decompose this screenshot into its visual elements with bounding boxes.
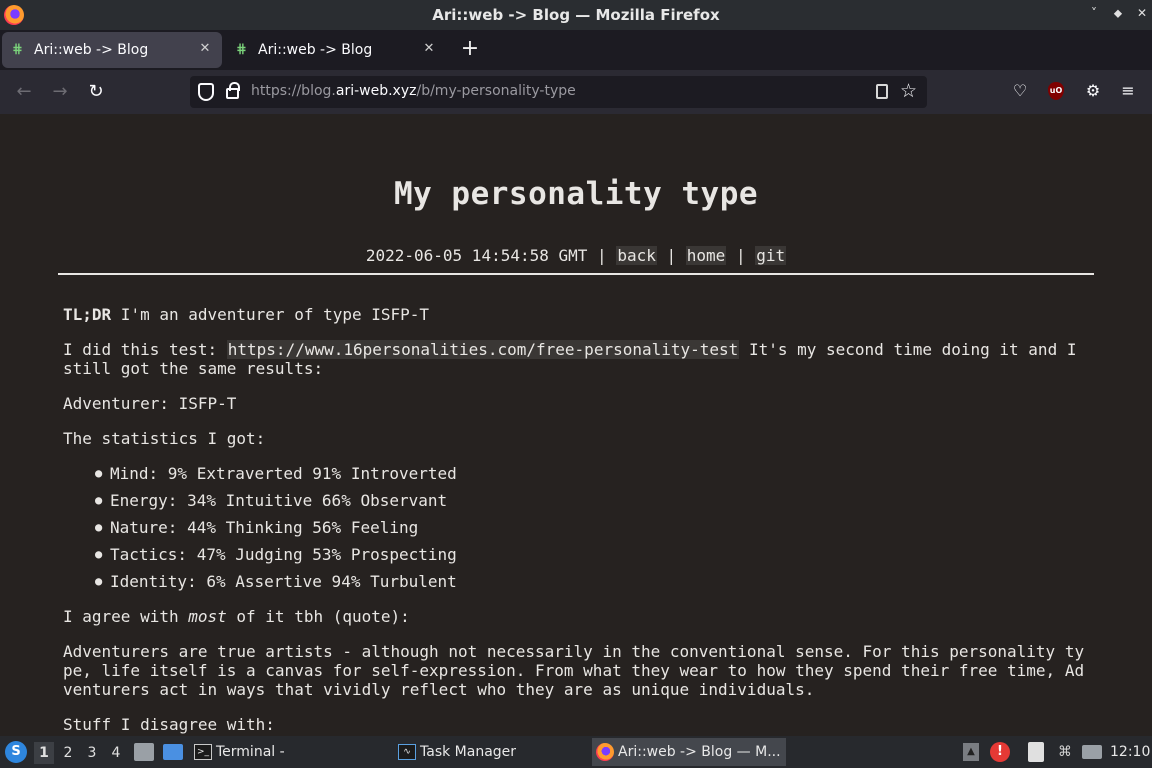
menu-hamburger-icon[interactable]: ≡	[1117, 80, 1139, 102]
emphasis: most	[188, 607, 227, 626]
divider	[58, 273, 1094, 275]
taskbar-label: Task Manager	[420, 744, 517, 760]
reader-view-icon[interactable]	[876, 84, 888, 99]
firefox-logo-icon	[4, 5, 24, 25]
personality-test-link[interactable]: https://www.16personalities.com/free-per…	[226, 340, 740, 359]
workspace-3[interactable]: 3	[82, 742, 102, 764]
meta-separator: |	[735, 246, 746, 265]
tab-inactive[interactable]: ⋕ Ari::web -> Blog ✕	[226, 32, 446, 68]
tab-strip: ⋕ Ari::web -> Blog ✕ ⋕ Ari::web -> Blog …	[0, 30, 1152, 70]
reload-icon[interactable]: ↻	[84, 80, 108, 104]
url-bar[interactable]: https://blog.ari-web.xyz/b/my-personalit…	[190, 76, 927, 108]
terminal-icon: >_	[194, 744, 212, 760]
desktop-icon[interactable]	[163, 736, 183, 768]
meta-separator: |	[597, 246, 607, 265]
workspace-4[interactable]: 4	[106, 742, 126, 764]
restore-icon[interactable]: ⬥	[1110, 6, 1126, 21]
tab-label: Ari::web -> Blog	[34, 42, 149, 58]
tldr-label: TL;DR	[63, 305, 112, 324]
list-item: ● Identity: 6% Assertive 94% Turbulent	[95, 572, 457, 591]
quote-line: venturers act in ways that vividly refle…	[63, 680, 815, 699]
minimize-icon[interactable]: ˅	[1086, 6, 1102, 20]
site-favicon-icon: ⋕	[236, 42, 247, 57]
workspace-1[interactable]: 1	[34, 742, 54, 764]
list-item: ● Nature: 44% Thinking 56% Feeling	[95, 518, 419, 537]
bookmark-star-icon[interactable]: ☆	[900, 80, 917, 102]
window-title: Ari::web -> Blog — Mozilla Firefox	[432, 6, 720, 24]
tldr-paragraph: TL;DR I'm an adventurer of type ISFP-T	[63, 305, 1093, 324]
tab-close-icon[interactable]: ✕	[196, 41, 214, 56]
page-content: My personality type 2022-06-05 14:54:58 …	[0, 114, 1152, 736]
workspace-2[interactable]: 2	[58, 742, 78, 764]
network-icon[interactable]	[1082, 736, 1102, 768]
clock[interactable]: 12:10	[1110, 736, 1150, 768]
firefox-logo-icon	[596, 743, 614, 761]
home-link[interactable]: home	[685, 246, 727, 265]
forward-arrow-icon[interactable]: →	[48, 80, 72, 104]
new-tab-button[interactable]: +	[458, 38, 482, 60]
post-title: My personality type	[393, 176, 759, 212]
alert-icon[interactable]: !	[990, 736, 1010, 768]
list-item: ● Mind: 9% Extraverted 91% Introverted	[95, 464, 457, 483]
type-line: Adventurer: ISFP-T	[63, 394, 237, 413]
taskbar: S 1 2 3 4 >_ Terminal - ∿ Task Manager A…	[0, 736, 1152, 768]
start-menu-icon[interactable]: S	[5, 736, 27, 768]
meta-separator: |	[666, 246, 677, 265]
url-text[interactable]: https://blog.ari-web.xyz/b/my-personalit…	[251, 83, 576, 99]
post-meta: 2022-06-05 14:54:58 GMT | back | home | …	[0, 246, 1152, 265]
site-favicon-icon: ⋕	[12, 42, 23, 57]
tab-close-icon[interactable]: ✕	[420, 41, 438, 56]
git-link[interactable]: git	[755, 246, 787, 265]
file-manager-icon[interactable]	[134, 736, 154, 768]
tab-label: Ari::web -> Blog	[258, 42, 373, 58]
extension-badge-icon[interactable]: ⚙	[1082, 80, 1104, 102]
test-paragraph: I did this test: https://www.16personali…	[63, 340, 1093, 378]
bluetooth-icon[interactable]: ⌘	[1058, 736, 1072, 768]
taskbar-terminal[interactable]: >_ Terminal -	[190, 738, 390, 766]
quote-line: pe, life itself is a canvas for self-exp…	[63, 661, 1085, 680]
tray-up-arrow-icon[interactable]: ▲	[963, 736, 979, 768]
window-titlebar: Ari::web -> Blog — Mozilla Firefox ˅ ⬥ ✕	[0, 0, 1152, 30]
back-link[interactable]: back	[616, 246, 657, 265]
post-date: 2022-06-05 14:54:58 GMT	[365, 246, 588, 265]
agree-paragraph: I agree with most of it tbh (quote):	[63, 607, 410, 626]
stats-list: ● Mind: 9% Extraverted 91% Introverted ● E…	[95, 464, 457, 599]
list-item: ● Tactics: 47% Judging 53% Prospecting	[95, 545, 457, 564]
quote-line: Adventurers are true artists - although …	[63, 642, 1085, 661]
list-item: ● Energy: 34% Intuitive 66% Observant	[95, 491, 448, 510]
back-arrow-icon[interactable]: ←	[12, 80, 36, 104]
pocket-icon[interactable]: ♡	[1009, 80, 1031, 102]
tab-active[interactable]: ⋕ Ari::web -> Blog ✕	[2, 32, 222, 68]
navigation-bar: ← → ↻ https://blog.ari-web.xyz/b/my-pers…	[0, 70, 1152, 114]
stats-heading: The statistics I got:	[63, 429, 266, 448]
lock-icon[interactable]	[226, 82, 240, 99]
task-manager-icon: ∿	[398, 744, 416, 760]
test-intro: I did this test:	[63, 340, 227, 359]
tracking-protection-shield-icon[interactable]	[198, 83, 214, 101]
quote-paragraph: Adventurers are true artists - although …	[63, 642, 1093, 699]
taskbar-firefox[interactable]: Ari::web -> Blog — M...	[592, 738, 786, 766]
close-icon[interactable]: ✕	[1134, 6, 1150, 20]
taskbar-task-manager[interactable]: ∿ Task Manager	[394, 738, 590, 766]
clipboard-icon[interactable]	[1028, 736, 1044, 768]
taskbar-label: Terminal -	[216, 744, 285, 760]
taskbar-label: Ari::web -> Blog — M...	[618, 744, 781, 760]
tldr-text: I'm an adventurer of type ISFP-T	[111, 305, 430, 324]
disagree-heading: Stuff I disagree with:	[63, 715, 275, 734]
